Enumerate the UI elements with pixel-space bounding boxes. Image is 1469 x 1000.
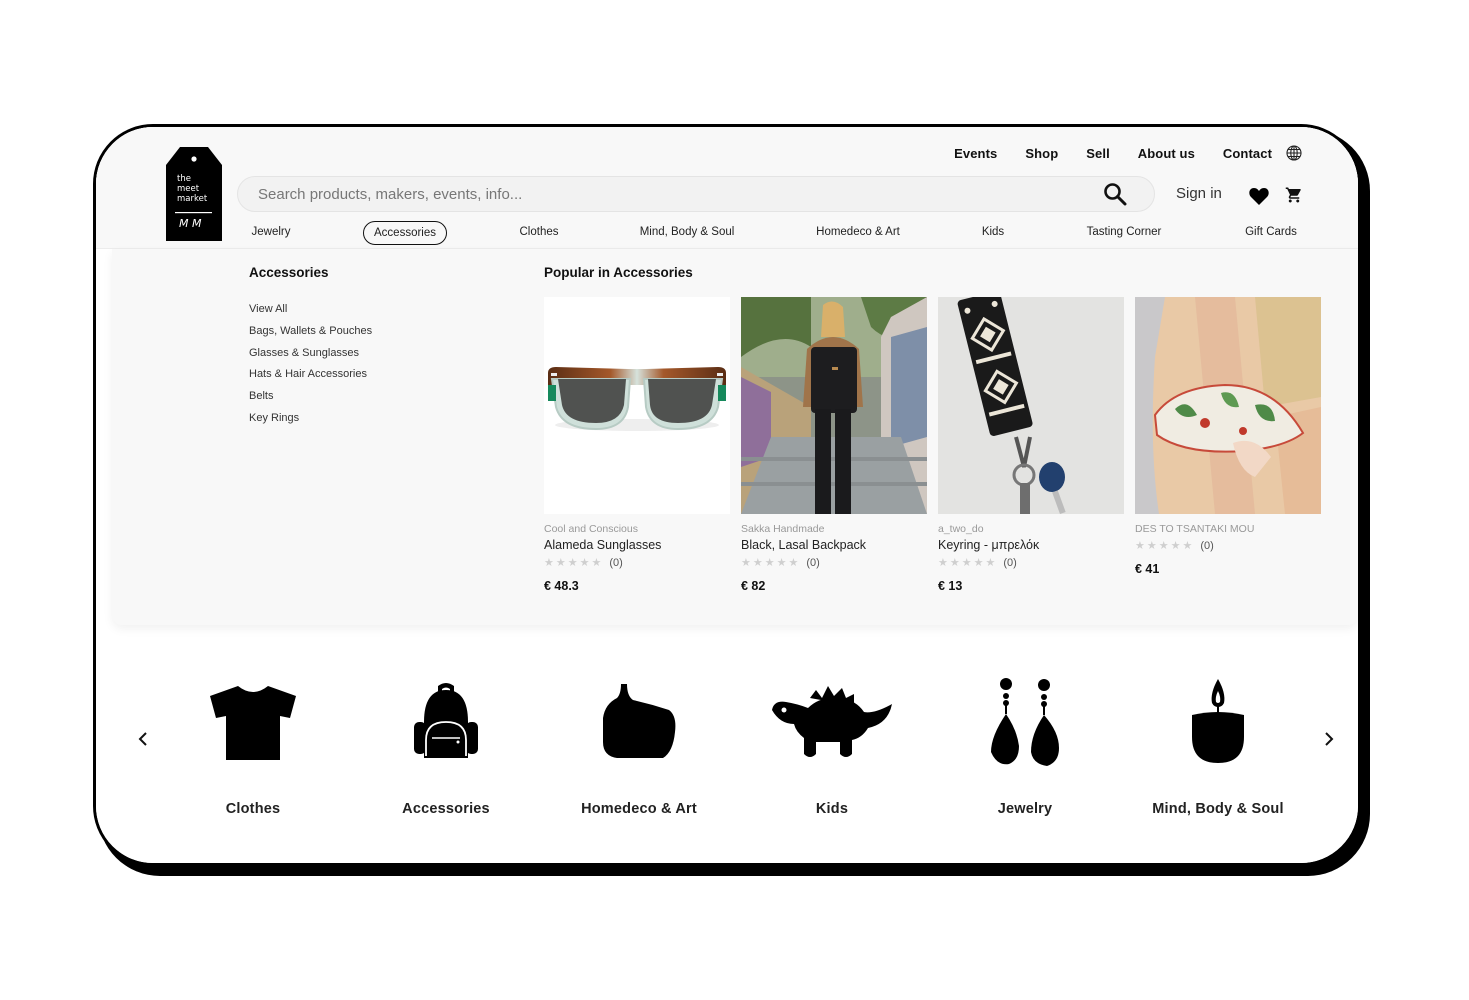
star-rating-icon: ★★★★★	[938, 556, 998, 569]
category-label: Kids	[815, 801, 849, 817]
product-rating: ★★★★★ (0)	[1135, 539, 1321, 552]
menu-title: Accessories	[249, 265, 329, 280]
product-image-sunglasses[interactable]	[544, 297, 730, 514]
product-price: € 48.3	[544, 579, 579, 593]
review-count: (0)	[806, 556, 820, 569]
globe-icon[interactable]	[1286, 145, 1302, 161]
product-card[interactable]: DES TO TSANTAKI MOU ★★★★★ (0) € 41	[1135, 297, 1321, 576]
product-maker[interactable]: Cool and Conscious	[544, 523, 730, 535]
subcategory-bags-wallets-pouches[interactable]: Bags, Wallets & Pouches	[249, 324, 372, 346]
product-rating: ★★★★★ (0)	[544, 556, 730, 569]
product-image-backpack[interactable]	[741, 297, 927, 514]
product-rating: ★★★★★ (0)	[938, 556, 1124, 569]
category-nav: Jewelry Accessories Clothes Mind, Body &…	[96, 221, 1358, 245]
heart-icon[interactable]	[1249, 187, 1269, 205]
product-maker[interactable]: a_two_do	[938, 523, 1124, 535]
candle-icon	[1123, 667, 1313, 777]
chevron-left-icon[interactable]	[135, 729, 151, 749]
star-rating-icon: ★★★★★	[741, 556, 801, 569]
dinosaur-icon	[737, 667, 927, 777]
product-price: € 13	[938, 579, 963, 593]
product-maker[interactable]: Sakka Handmade	[741, 523, 927, 535]
product-name[interactable]: Black, Lasal Backpack	[741, 538, 927, 552]
nav-shop[interactable]: Shop	[1025, 146, 1058, 161]
review-count: (0)	[1003, 556, 1017, 569]
top-nav: Events Shop Sell About us Contact	[926, 145, 1302, 161]
product-card[interactable]: Cool and Conscious Alameda Sunglasses ★★…	[544, 297, 730, 593]
logo-line-3: market	[177, 194, 208, 204]
category-label: Jewelry	[997, 801, 1053, 817]
browser-screen: the meet market M M Events Shop Sell Abo…	[96, 127, 1358, 863]
product-maker[interactable]: DES TO TSANTAKI MOU	[1135, 523, 1321, 535]
site-header: the meet market M M Events Shop Sell Abo…	[96, 127, 1358, 249]
subcategory-hats-hair-accessories[interactable]: Hats & Hair Accessories	[249, 367, 372, 389]
subcategory-key-rings[interactable]: Key Rings	[249, 411, 372, 433]
category-tile-jewelry[interactable]: Jewelry	[930, 667, 1120, 817]
product-name[interactable]: Alameda Sunglasses	[544, 538, 730, 552]
tshirt-icon	[158, 667, 348, 777]
category-tile-accessories[interactable]: Accessories	[351, 667, 541, 817]
star-rating-icon: ★★★★★	[1135, 539, 1195, 552]
chevron-right-icon[interactable]	[1321, 729, 1337, 749]
star-rating-icon: ★★★★★	[544, 556, 604, 569]
category-nav-homedeco-art[interactable]: Homedeco & Art	[816, 221, 900, 245]
category-label: Accessories	[402, 801, 490, 817]
search-icon[interactable]	[1100, 179, 1130, 209]
product-price: € 41	[1135, 562, 1160, 576]
category-label: Clothes	[225, 801, 281, 817]
category-nav-mind-body-soul[interactable]: Mind, Body & Soul	[640, 221, 735, 245]
product-image-keyring[interactable]	[938, 297, 1124, 514]
category-nav-kids[interactable]: Kids	[982, 221, 1004, 245]
category-nav-tasting-corner[interactable]: Tasting Corner	[1087, 221, 1162, 245]
product-price: € 82	[741, 579, 766, 593]
category-tile-homedeco-art[interactable]: Homedeco & Art	[544, 667, 734, 817]
logo-line-2: meet	[177, 184, 200, 194]
accessories-mega-menu: Accessories View All Bags, Wallets & Pou…	[112, 249, 1358, 625]
device-frame: the meet market M M Events Shop Sell Abo…	[93, 124, 1361, 866]
product-name[interactable]: Keyring - μπρελόκ	[938, 538, 1124, 552]
search-bar	[237, 176, 1155, 212]
search-input[interactable]	[238, 177, 1100, 211]
product-image-pouch[interactable]	[1135, 297, 1321, 514]
vase-icon	[544, 667, 734, 777]
review-count: (0)	[1200, 539, 1214, 552]
category-tile-kids[interactable]: Kids	[737, 667, 927, 817]
cart-icon[interactable]	[1285, 186, 1303, 204]
nav-about-us[interactable]: About us	[1138, 146, 1195, 161]
category-nav-accessories[interactable]: Accessories	[363, 221, 447, 245]
subcategory-glasses-sunglasses[interactable]: Glasses & Sunglasses	[249, 346, 372, 368]
product-card[interactable]: a_two_do Keyring - μπρελόκ ★★★★★ (0) € 1…	[938, 297, 1124, 593]
category-tile-mind-body-soul[interactable]: Mind, Body & Soul	[1123, 667, 1313, 817]
category-carousel: Clothes Accessories Homedeco & Art Kids …	[96, 667, 1358, 827]
nav-events[interactable]: Events	[954, 146, 997, 161]
category-nav-jewelry[interactable]: Jewelry	[252, 221, 291, 245]
popular-title: Popular in Accessories	[544, 265, 693, 280]
category-label: Homedeco & Art	[581, 801, 697, 817]
category-nav-gift-cards[interactable]: Gift Cards	[1245, 221, 1297, 245]
review-count: (0)	[609, 556, 623, 569]
subcategory-belts[interactable]: Belts	[249, 389, 372, 411]
backpack-icon	[351, 667, 541, 777]
nav-contact[interactable]: Contact	[1223, 146, 1272, 161]
category-label: Mind, Body & Soul	[1152, 801, 1284, 817]
product-card[interactable]: Sakka Handmade Black, Lasal Backpack ★★★…	[741, 297, 927, 593]
earrings-icon	[930, 667, 1120, 777]
category-tile-clothes[interactable]: Clothes	[158, 667, 348, 817]
subcategory-list: View All Bags, Wallets & Pouches Glasses…	[249, 302, 372, 433]
sign-in-link[interactable]: Sign in	[1176, 185, 1222, 202]
logo-line-1: the	[177, 174, 191, 184]
category-nav-clothes[interactable]: Clothes	[520, 221, 559, 245]
product-rating: ★★★★★ (0)	[741, 556, 927, 569]
nav-sell[interactable]: Sell	[1086, 146, 1110, 161]
subcategory-view-all[interactable]: View All	[249, 302, 372, 324]
